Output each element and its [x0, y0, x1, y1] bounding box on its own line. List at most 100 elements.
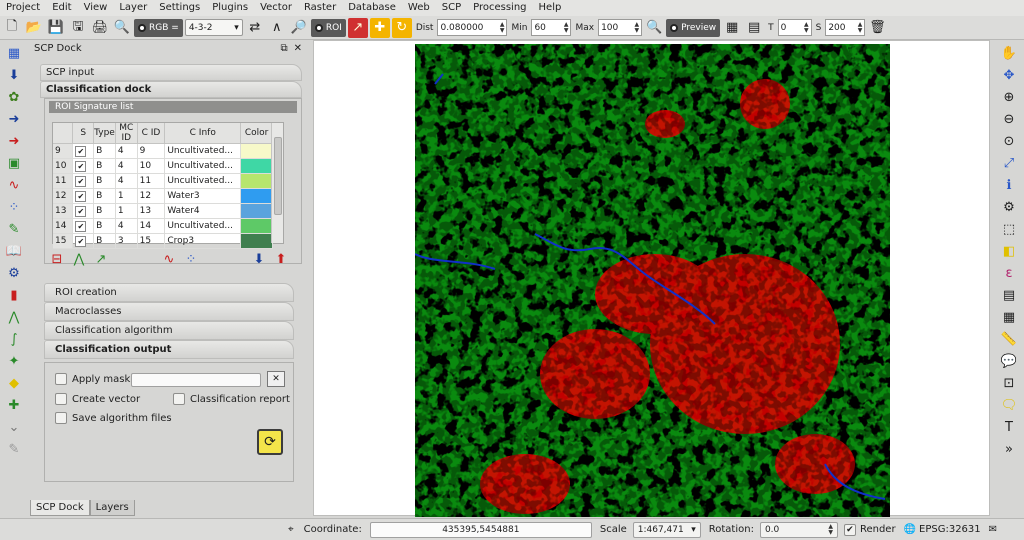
export-icon[interactable]: ➜ [4, 132, 24, 150]
float-icon[interactable]: ⧉ [280, 43, 287, 54]
color-cell[interactable] [240, 158, 273, 174]
signature-checkbox[interactable]: ✔ [75, 160, 87, 172]
menu-scp[interactable]: SCP [436, 0, 467, 16]
add-vector-icon[interactable]: ◆ [4, 374, 24, 392]
preview-button[interactable]: Preview [666, 18, 721, 37]
type-cell[interactable]: B [93, 203, 116, 219]
c-info-cell[interactable]: Water4 [164, 203, 242, 219]
table-row[interactable]: 9 ✔ B 4 9 Uncultivated... [53, 143, 273, 159]
coordinate-capture-icon[interactable]: ⌖ [288, 524, 294, 535]
crs-icon[interactable]: 🌐 [904, 524, 916, 535]
c-info-cell[interactable]: Crop3 [164, 233, 242, 249]
classification-icon[interactable]: ⋀ [4, 308, 24, 326]
manual-roi-icon[interactable]: ↗ [347, 17, 368, 38]
pan-icon[interactable]: ✋ [999, 44, 1019, 62]
messages-icon[interactable]: ✉ [989, 524, 997, 535]
mask-path-field[interactable] [131, 373, 261, 387]
delete-signature-icon[interactable]: ⊟ [48, 250, 66, 268]
dist-spinbox[interactable]: 0.080000 ▲ ▼ [437, 19, 508, 36]
signature-checkbox[interactable]: ✔ [75, 235, 87, 247]
zoom-roi-icon[interactable]: 🔎 [289, 18, 309, 38]
table-scroll-thumb[interactable] [274, 137, 282, 215]
type-cell[interactable]: B [93, 173, 116, 189]
zoom-full-icon[interactable]: ⤢ [999, 154, 1019, 172]
user-manual-icon[interactable]: 📖 [4, 242, 24, 260]
signature-checkbox[interactable]: ✔ [75, 205, 87, 217]
menu-project[interactable]: Project [0, 0, 46, 16]
select-cell[interactable]: ✔ [72, 218, 95, 234]
menu-web[interactable]: Web [402, 0, 436, 16]
select-cell[interactable]: ✔ [72, 203, 95, 219]
mc-id-cell[interactable]: 4 [115, 173, 138, 189]
apply-mask-option[interactable]: Apply mask [55, 373, 130, 385]
chevron-down-icon[interactable]: ⌄ [4, 418, 24, 436]
band-calc-icon[interactable]: ✎ [4, 220, 24, 238]
print-composer-icon[interactable]: 🖨 [90, 18, 110, 38]
trash-icon[interactable]: 🗑 [867, 18, 887, 38]
signature-checkbox[interactable]: ✔ [75, 145, 87, 157]
color-cell[interactable] [240, 143, 273, 159]
tab-scp-dock[interactable]: SCP Dock [30, 500, 90, 516]
add-roi-icon[interactable]: ✚ [369, 17, 390, 38]
map-canvas[interactable] [313, 40, 990, 517]
classification-raster[interactable] [415, 44, 890, 517]
tab-classification-dock[interactable]: Classification dock [40, 81, 302, 98]
save-project-icon[interactable]: 💾 [46, 18, 66, 38]
spectral-plot-icon[interactable]: ∧ [267, 18, 287, 38]
roi-button[interactable]: ROI [310, 18, 346, 37]
add-raster-icon[interactable]: ✚ [4, 396, 24, 414]
menu-settings[interactable]: Settings [153, 0, 206, 16]
section-classification-output[interactable]: Classification output [44, 340, 294, 359]
new-project-icon[interactable]: 🗋 [2, 18, 22, 38]
create-vector-option[interactable]: Create vector [55, 393, 140, 405]
c-id-cell[interactable]: 15 [137, 233, 166, 249]
menu-vector[interactable]: Vector [254, 0, 298, 16]
close-icon[interactable]: ✕ [294, 43, 302, 54]
type-cell[interactable]: B [93, 233, 116, 249]
select-cell[interactable]: ✔ [72, 188, 95, 204]
menu-help[interactable]: Help [533, 0, 568, 16]
menu-layer[interactable]: Layer [113, 0, 153, 16]
color-cell[interactable] [240, 188, 273, 204]
select-cell[interactable]: ✔ [72, 233, 95, 249]
add-to-scatter-plot-icon[interactable]: ⁘ [182, 250, 200, 268]
c-id-cell[interactable]: 13 [137, 203, 166, 219]
zoom-to-layer-icon[interactable]: 🔍 [112, 18, 132, 38]
perform-classification-button[interactable]: ⟳ [257, 429, 283, 455]
apply-mask-checkbox[interactable] [55, 373, 67, 385]
section-macroclasses[interactable]: Macroclasses [44, 302, 294, 321]
preview-layers-icon[interactable]: ▦ [722, 18, 742, 38]
accuracy-icon[interactable]: ▣ [4, 154, 24, 172]
mc-id-cell[interactable]: 4 [115, 158, 138, 174]
table-scrollbar[interactable] [271, 123, 283, 243]
settings-icon[interactable]: ⚙ [4, 264, 24, 282]
select-cell[interactable]: ✔ [72, 173, 95, 189]
signature-checkbox[interactable]: ✔ [75, 190, 87, 202]
measure-icon[interactable]: 📏 [999, 330, 1019, 348]
menu-processing[interactable]: Processing [467, 0, 532, 16]
attribute-table-icon[interactable]: ▤ [999, 286, 1019, 304]
save-algorithm-files-checkbox[interactable] [55, 412, 67, 424]
pan-to-selection-icon[interactable]: ✥ [999, 66, 1019, 84]
add-to-spectral-plot-icon[interactable]: ∿ [160, 250, 178, 268]
type-cell[interactable]: B [93, 143, 116, 159]
column-header[interactable]: S [72, 123, 95, 144]
table-row[interactable]: 12 ✔ B 1 12 Water3 [53, 188, 273, 204]
spectral-swap-icon[interactable]: ⇄ [245, 18, 265, 38]
color-cell[interactable] [240, 173, 273, 189]
preview-zoom-icon[interactable]: 🔍 [644, 18, 664, 38]
table-row[interactable]: 11 ✔ B 4 11 Uncultivated... [53, 173, 273, 189]
open-project-icon[interactable]: 📂 [24, 18, 44, 38]
c-info-cell[interactable]: Uncultivated... [164, 158, 242, 174]
mc-id-cell[interactable]: 1 [115, 188, 138, 204]
mc-id-cell[interactable]: 4 [115, 143, 138, 159]
text-annotation-icon[interactable]: T [999, 418, 1019, 436]
download-icon[interactable]: ⬇ [4, 66, 24, 84]
menu-edit[interactable]: Edit [46, 0, 77, 16]
rgb-button[interactable]: RGB = [134, 18, 183, 37]
rgb-combo[interactable]: 4-3-2 ▾ [184, 19, 243, 36]
c-id-cell[interactable]: 10 [137, 158, 166, 174]
color-cell[interactable] [240, 203, 273, 219]
spectral-plot-icon[interactable]: ∿ [4, 176, 24, 194]
t-spinbox[interactable]: 0 ▲ ▼ [777, 19, 812, 36]
